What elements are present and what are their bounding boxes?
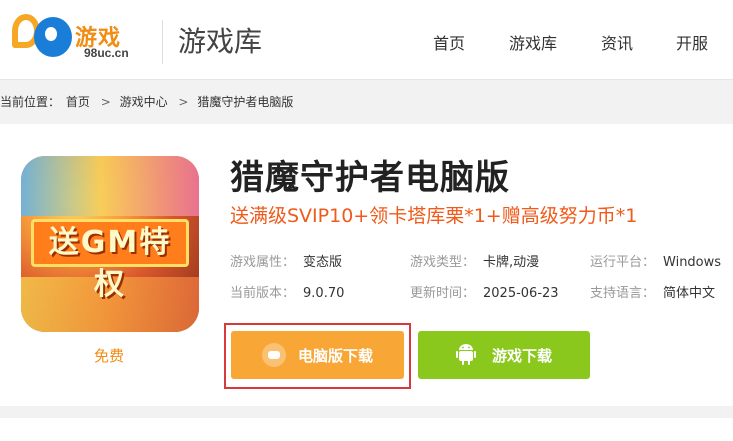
next-section-card: [0, 418, 733, 441]
cover-banner-text: 送GM特权: [31, 219, 189, 302]
info-attribute-label: 游戏属性：: [230, 255, 296, 270]
price-label: 免费: [94, 347, 125, 365]
game-cover-image[interactable]: 送GM特权: [21, 156, 199, 332]
logo-domain-text: 98uc.cn: [84, 46, 129, 60]
gamepad-icon: [261, 343, 286, 367]
android-icon: [455, 343, 480, 367]
info-language-value: 简体中文: [663, 286, 716, 301]
game-download-label: 游戏下载: [491, 346, 552, 365]
breadcrumb-current[interactable]: 猎魔守护者电脑版: [197, 95, 293, 109]
info-language-label: 支持语言：: [590, 286, 656, 301]
pc-download-button[interactable]: 电脑版下载: [231, 331, 404, 379]
info-platform-label: 运行平台：: [590, 255, 656, 270]
info-type: 游戏类型： 卡牌,动漫: [410, 251, 539, 270]
nav-home[interactable]: 首页: [433, 30, 465, 54]
info-version-value: 9.0.70: [303, 286, 345, 301]
breadcrumb: 当前位置： 首页 > 游戏中心 > 猎魔守护者电脑版: [0, 93, 295, 110]
info-type-value: 卡牌,动漫: [483, 255, 540, 270]
section-title: 游戏库: [178, 25, 263, 58]
site-logo[interactable]: 游戏 98uc.cn: [12, 14, 147, 66]
nav-news[interactable]: 资讯: [601, 30, 633, 54]
info-language: 支持语言： 简体中文: [590, 282, 715, 301]
info-type-label: 游戏类型：: [410, 255, 476, 270]
info-version: 当前版本： 9.0.70: [230, 282, 344, 301]
info-version-label: 当前版本：: [230, 286, 296, 301]
breadcrumb-separator: >: [178, 95, 189, 109]
breadcrumb-separator: >: [100, 95, 111, 109]
breadcrumb-home[interactable]: 首页: [66, 95, 90, 109]
logo-eight-mark: [34, 17, 72, 57]
info-update-value: 2025-06-23: [483, 286, 559, 301]
pc-download-label: 电脑版下载: [297, 346, 373, 365]
info-attribute-value: 变态版: [303, 255, 343, 270]
site-header: 游戏 98uc.cn 游戏库 首页 游戏库 资讯 开服: [0, 0, 733, 80]
breadcrumb-prefix: 当前位置：: [0, 95, 61, 109]
game-download-button[interactable]: 游戏下载: [418, 331, 590, 379]
info-attribute: 游戏属性： 变态版: [230, 251, 342, 270]
nav-server-open[interactable]: 开服: [676, 30, 708, 54]
info-update-time: 更新时间： 2025-06-23: [410, 282, 559, 301]
breadcrumb-game-center[interactable]: 游戏中心: [120, 95, 168, 109]
game-title: 猎魔守护者电脑版: [230, 158, 510, 198]
promo-text: 送满级SVIP10+领卡塔库栗*1+赠高级努力币*1: [230, 205, 638, 227]
header-divider: [162, 20, 163, 64]
info-platform: 运行平台： Windows: [590, 251, 721, 270]
info-update-label: 更新时间：: [410, 286, 476, 301]
cover-artwork-top: [21, 156, 199, 216]
nav-game-library[interactable]: 游戏库: [509, 30, 557, 54]
info-platform-value: Windows: [663, 255, 722, 270]
